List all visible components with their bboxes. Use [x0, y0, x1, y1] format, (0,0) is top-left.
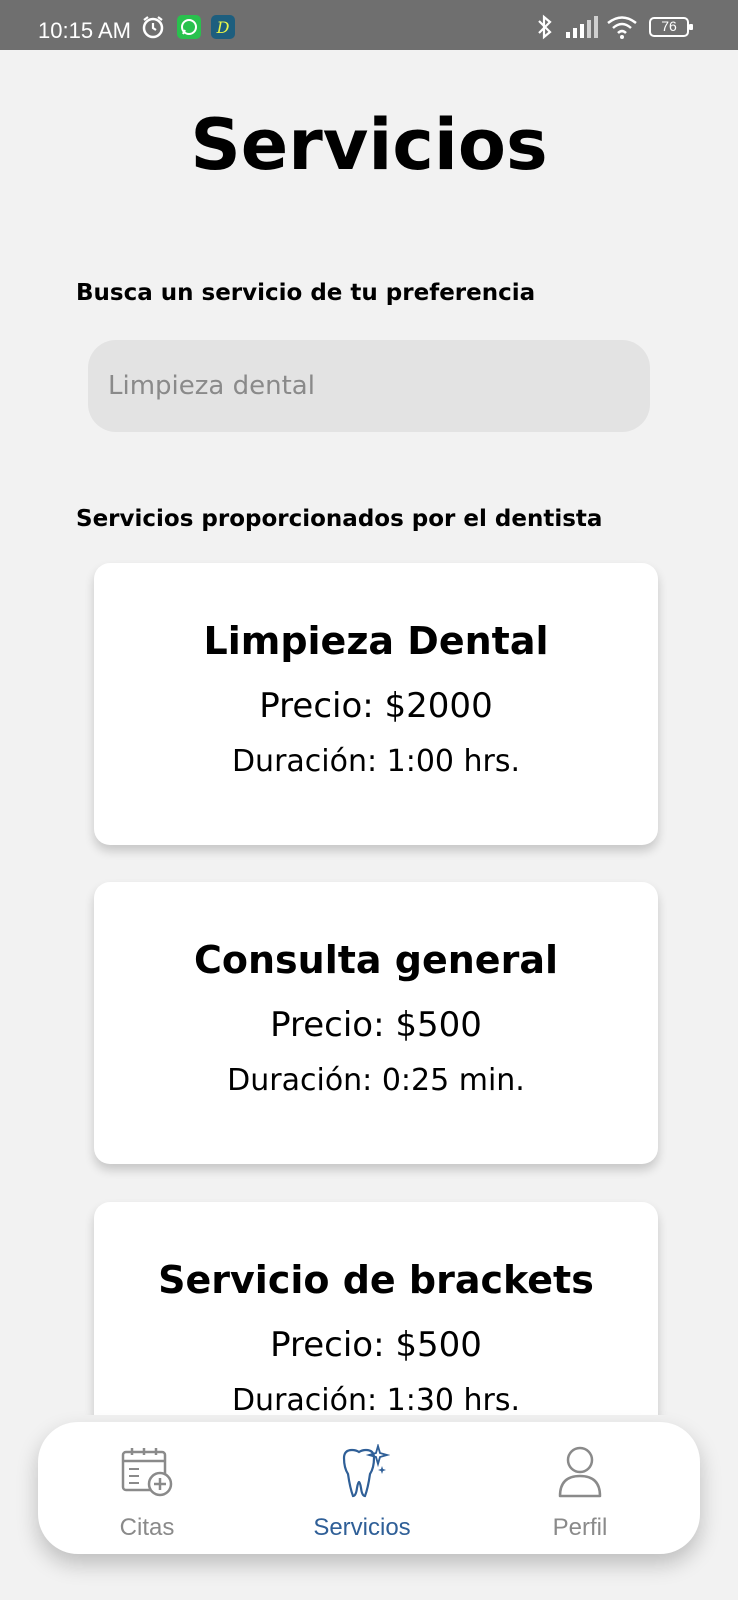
calendar-plus-icon: [119, 1444, 175, 1504]
services-list[interactable]: Limpieza Dental Precio: $2000 Duración: …: [0, 555, 738, 1415]
nav-label-servicios: Servicios: [313, 1514, 411, 1541]
service-duration: Duración: 1:00 hrs.: [231, 744, 521, 779]
svg-text:D: D: [216, 18, 230, 37]
nav-label-citas: Citas: [119, 1514, 175, 1541]
search-input[interactable]: [88, 340, 650, 432]
bluetooth-icon: [536, 14, 554, 44]
service-name: Limpieza Dental: [203, 619, 549, 663]
nav-item-servicios[interactable]: Servicios: [282, 1422, 442, 1554]
user-icon: [552, 1444, 608, 1504]
nav-item-citas[interactable]: Citas: [67, 1422, 227, 1554]
signal-icon: [564, 14, 600, 44]
services-label: Servicios proporcionados por el dentista: [76, 506, 603, 532]
page-title: Servicios: [190, 104, 548, 186]
search-label: Busca un servicio de tu preferencia: [76, 280, 536, 306]
battery-level: 76: [661, 18, 677, 34]
service-duration: Duración: 0:25 min.: [227, 1063, 525, 1098]
alarm-icon: [140, 14, 166, 44]
service-duration: Duración: 1:30 hrs.: [231, 1383, 521, 1415]
bottom-nav: Citas Servicios Perfil: [38, 1422, 700, 1554]
nav-item-perfil[interactable]: Perfil: [500, 1422, 660, 1554]
status-time: 10:15 AM: [38, 18, 131, 43]
status-bar: 10:15 AM D 76: [0, 0, 738, 50]
service-price: Precio: $500: [270, 1325, 482, 1365]
nav-label-perfil: Perfil: [552, 1514, 608, 1541]
service-price: Precio: $500: [270, 1005, 482, 1045]
wifi-icon: [606, 14, 638, 44]
whatsapp-icon: [176, 14, 202, 44]
service-name: Servicio de brackets: [158, 1258, 594, 1302]
service-card[interactable]: Consulta general Precio: $500 Duración: …: [94, 882, 658, 1164]
service-price: Precio: $2000: [259, 686, 493, 726]
service-name: Consulta general: [194, 938, 558, 982]
service-card[interactable]: Limpieza Dental Precio: $2000 Duración: …: [94, 563, 658, 845]
app-d-icon: D: [210, 14, 236, 44]
service-card[interactable]: Servicio de brackets Precio: $500 Duraci…: [94, 1202, 658, 1415]
tooth-sparkle-icon: [334, 1442, 391, 1504]
